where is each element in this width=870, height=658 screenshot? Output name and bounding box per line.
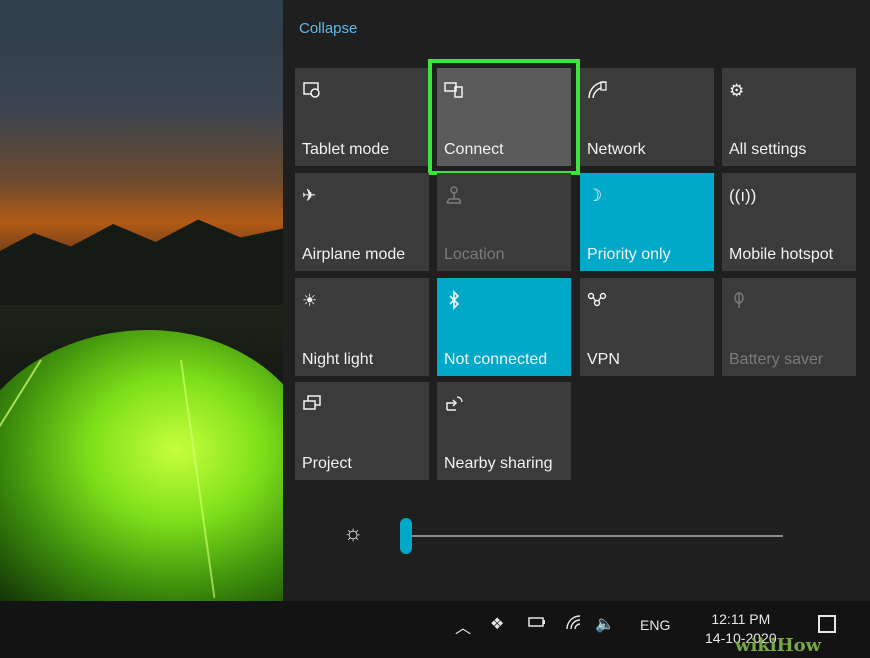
- tile-project[interactable]: Project: [295, 382, 429, 480]
- connect-icon: [444, 80, 466, 102]
- wallpaper-tent: [0, 330, 283, 601]
- tile-priority-only[interactable]: ☽ Priority only: [580, 173, 714, 271]
- tile-label: Nearby sharing: [444, 455, 553, 472]
- brightness-slider-track[interactable]: [406, 535, 783, 537]
- collapse-link[interactable]: Collapse: [299, 20, 357, 37]
- project-icon: [302, 394, 324, 416]
- bluetooth-icon: [444, 290, 466, 312]
- desktop-wallpaper: [0, 0, 283, 601]
- tile-label: Tablet mode: [302, 141, 390, 158]
- tile-label: All settings: [729, 141, 807, 158]
- wifi-icon[interactable]: [565, 614, 585, 635]
- tile-label: Airplane mode: [302, 246, 406, 263]
- tablet-mode-icon: [302, 80, 324, 102]
- battery-icon[interactable]: [527, 614, 547, 635]
- tile-connect[interactable]: Connect: [428, 59, 580, 175]
- volume-icon[interactable]: 🔈: [595, 614, 615, 634]
- clock-time: 12:11 PM: [711, 611, 771, 627]
- night-light-icon: ☀: [302, 291, 318, 310]
- tile-battery-saver[interactable]: Battery saver: [722, 278, 856, 376]
- tile-location[interactable]: Location: [437, 173, 571, 271]
- tile-label: Mobile hotspot: [729, 246, 834, 263]
- network-icon: [587, 80, 609, 102]
- tile-tablet-mode[interactable]: Tablet mode: [295, 68, 429, 166]
- airplane-icon: ✈: [302, 186, 317, 205]
- dropbox-icon[interactable]: ❖: [490, 614, 504, 634]
- nearby-sharing-icon: [444, 394, 466, 416]
- tile-mobile-hotspot[interactable]: ((ı)) Mobile hotspot: [722, 173, 856, 271]
- tile-airplane-mode[interactable]: ✈ Airplane mode: [295, 173, 429, 271]
- brightness-slider-thumb[interactable]: [400, 518, 412, 554]
- tile-nearby-sharing[interactable]: Nearby sharing: [437, 382, 571, 480]
- wallpaper-hills: [0, 219, 283, 305]
- tile-label: Network: [587, 141, 646, 158]
- hotspot-icon: ((ı)): [729, 186, 757, 205]
- battery-saver-icon: [729, 290, 751, 312]
- tile-network[interactable]: Network: [580, 68, 714, 166]
- tile-label: Battery saver: [729, 351, 824, 368]
- gear-icon: ⚙: [729, 81, 745, 100]
- moon-icon: ☽: [587, 186, 603, 205]
- tile-bluetooth[interactable]: Not connected: [437, 278, 571, 376]
- tile-night-light[interactable]: ☀ Night light: [295, 278, 429, 376]
- show-hidden-icons-icon[interactable]: ︿: [455, 614, 471, 638]
- notifications-icon[interactable]: [818, 615, 836, 633]
- tile-label: Priority only: [587, 246, 671, 263]
- tile-label: Not connected: [444, 351, 548, 368]
- location-icon: [444, 185, 466, 207]
- tile-label: Location: [444, 246, 505, 263]
- tile-label: Connect: [444, 141, 504, 158]
- language-indicator[interactable]: ENG: [640, 617, 670, 633]
- tile-label: Project: [302, 455, 352, 472]
- tile-all-settings[interactable]: ⚙ All settings: [722, 68, 856, 166]
- watermark: wikiHow: [735, 635, 822, 656]
- tile-label: VPN: [587, 351, 620, 368]
- tile-vpn[interactable]: VPN: [580, 278, 714, 376]
- tile-label: Night light: [302, 351, 374, 368]
- vpn-icon: [587, 290, 609, 312]
- brightness-icon: ☼: [343, 520, 364, 545]
